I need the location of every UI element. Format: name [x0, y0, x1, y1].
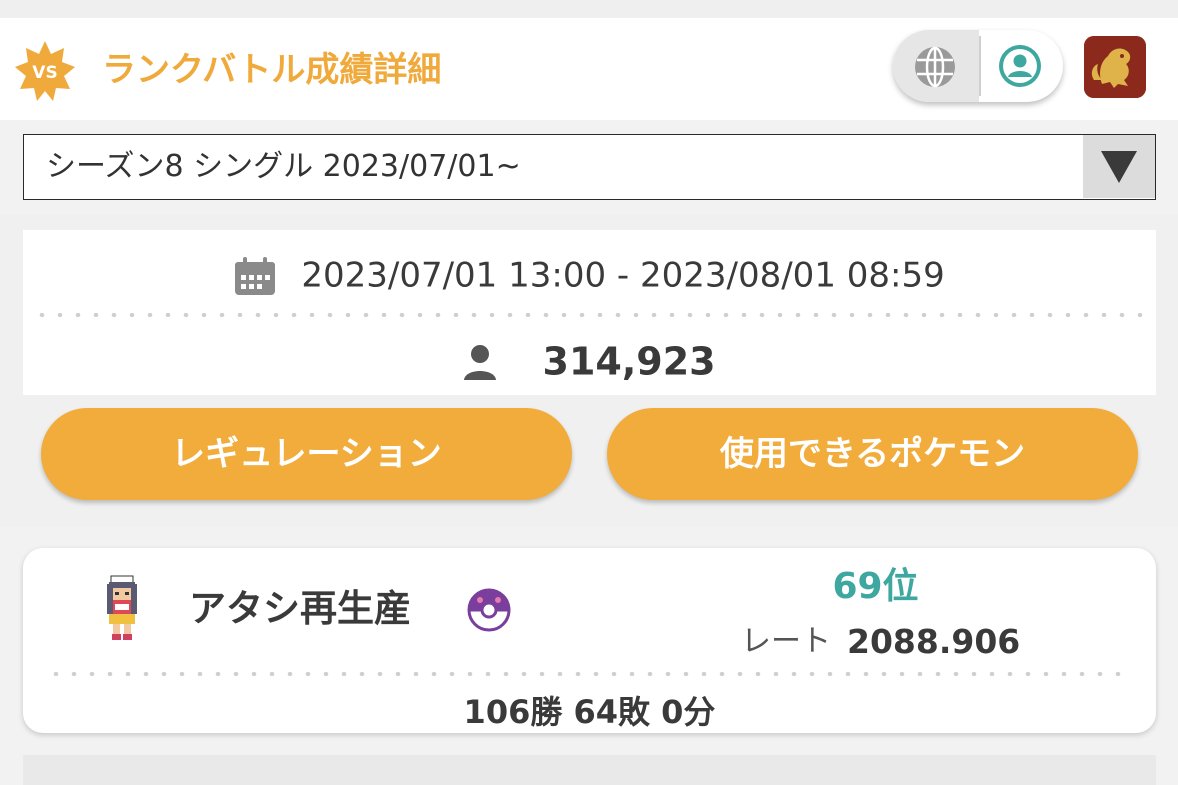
- svg-text:VS: VS: [32, 63, 57, 83]
- dotted-divider: [47, 672, 1132, 676]
- profile-avatar[interactable]: [1084, 36, 1146, 98]
- toggle-divider: [979, 36, 981, 96]
- season-select[interactable]: シーズン8 シングル 2023/07/01~: [23, 134, 1156, 200]
- view-toggle[interactable]: [893, 30, 1063, 102]
- dropdown-arrow-button[interactable]: [1083, 135, 1155, 198]
- season-period-row: 2023/07/01 13:00 - 2023/08/01 08:59: [23, 250, 1156, 300]
- trainer-name: アタシ再生産: [189, 587, 411, 630]
- win-loss-record: 106勝 64敗 0分: [463, 693, 716, 731]
- season-info-card: 2023/07/01 13:00 - 2023/08/01 08:59 314,…: [23, 230, 1156, 395]
- ranking-result-card[interactable]: アタシ再生産 69位 レート 2088.906 106勝 64敗 0分: [23, 548, 1156, 733]
- next-card-edge: [23, 755, 1156, 785]
- master-ball-icon: [467, 588, 511, 632]
- person-icon: [464, 344, 497, 380]
- top-strip: [0, 0, 1178, 18]
- triangle-down-icon: [1101, 151, 1137, 183]
- trainer-sprite-icon: [107, 575, 137, 640]
- rate-label: レート: [741, 624, 831, 659]
- season-period-text: 2023/07/01 13:00 - 2023/08/01 08:59: [301, 255, 945, 296]
- toggle-global-option[interactable]: [893, 30, 979, 102]
- globe-icon: [915, 46, 955, 88]
- page-title: ランクバトル成績詳細: [102, 50, 442, 90]
- dotted-divider: [33, 313, 1146, 317]
- participants-row: 314,923: [23, 336, 1156, 386]
- participants-count: 314,923: [542, 339, 716, 384]
- rate-value: 2088.906: [847, 622, 1021, 661]
- calendar-icon: [235, 256, 276, 295]
- season-select-value: シーズン8 シングル 2023/07/01~: [46, 149, 521, 184]
- user-circle-icon[interactable]: [997, 43, 1043, 89]
- vs-badge-icon: VS: [14, 40, 76, 102]
- usable-pokemon-button[interactable]: 使用できるポケモン: [607, 408, 1138, 500]
- header-bar: VS ランクバトル成績詳細: [0, 18, 1178, 120]
- rank-value: 69位: [832, 566, 919, 607]
- regulation-button[interactable]: レギュレーション: [41, 408, 572, 500]
